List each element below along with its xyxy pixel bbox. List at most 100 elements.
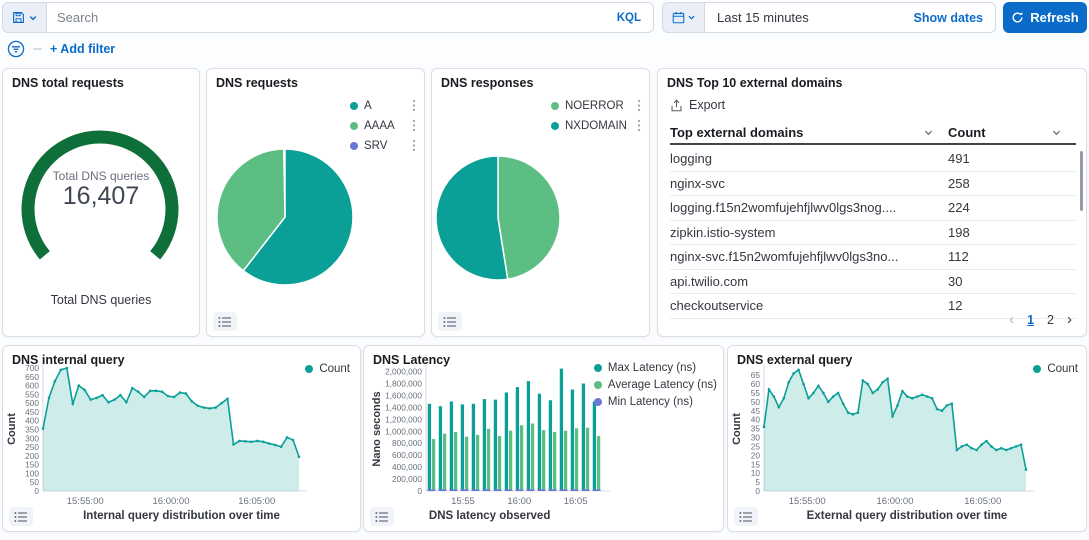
refresh-button[interactable]: Refresh bbox=[1003, 2, 1087, 33]
legend-label: SRV bbox=[364, 140, 387, 152]
legend-label: NXDOMAIN bbox=[565, 120, 627, 132]
sort-chevron-icon[interactable] bbox=[1051, 127, 1062, 138]
add-filter-button[interactable]: + Add filter bbox=[50, 42, 115, 56]
svg-text:500: 500 bbox=[25, 398, 39, 408]
svg-text:0: 0 bbox=[417, 486, 422, 496]
legend-item-srv[interactable]: SRV bbox=[350, 139, 416, 152]
pagination-page-2[interactable]: 2 bbox=[1047, 313, 1054, 327]
legend-toggle-button[interactable] bbox=[734, 507, 758, 526]
column-header-count[interactable]: Count bbox=[948, 121, 1076, 143]
x-axis-title: External query distribution over time bbox=[728, 510, 1086, 522]
table-scrollbar[interactable] bbox=[1080, 151, 1083, 211]
search-input[interactable] bbox=[47, 10, 605, 25]
legend-item-aaaa[interactable]: AAAA bbox=[350, 119, 416, 132]
cell-domain: logging.f15n2womfujehfjlwv0lgs3nog.... bbox=[670, 200, 948, 215]
pagination-prev-icon[interactable]: ‹ bbox=[1009, 312, 1014, 327]
export-label: Export bbox=[689, 98, 725, 112]
svg-text:55: 55 bbox=[751, 388, 761, 398]
show-dates-link[interactable]: Show dates bbox=[902, 11, 995, 25]
legend-item-min-latency[interactable]: Min Latency (ns) bbox=[594, 396, 717, 408]
legend-item-a[interactable]: A bbox=[350, 99, 416, 112]
panel-dns-responses: DNS responses NOERROR NXDOMAIN bbox=[431, 68, 650, 337]
pagination-next-icon[interactable]: › bbox=[1067, 312, 1072, 327]
filter-bar: + Add filter bbox=[7, 40, 115, 58]
legend-item-count[interactable]: Count bbox=[1033, 363, 1078, 375]
legend-toggle-button[interactable] bbox=[370, 507, 394, 526]
legend-label: A bbox=[364, 100, 372, 112]
cell-count: 258 bbox=[948, 176, 1076, 191]
kql-language-button[interactable]: KQL bbox=[605, 12, 653, 24]
panel-dns-internal-query: DNS internal query 050100150200250300350… bbox=[2, 345, 361, 532]
table-row[interactable]: logging491 bbox=[670, 147, 1076, 172]
cell-count: 112 bbox=[948, 249, 1076, 264]
svg-text:450: 450 bbox=[25, 407, 39, 417]
svg-text:16:00:00: 16:00:00 bbox=[153, 496, 190, 507]
panel-title: DNS Latency bbox=[373, 353, 450, 367]
legend-actions-icon[interactable] bbox=[412, 99, 416, 112]
table-row[interactable]: nginx-svc258 bbox=[670, 172, 1076, 197]
svg-text:25: 25 bbox=[751, 441, 761, 451]
svg-text:15:55:00: 15:55:00 bbox=[789, 496, 826, 507]
cell-count: 491 bbox=[948, 151, 1076, 166]
svg-text:15: 15 bbox=[751, 459, 761, 469]
svg-text:400,000: 400,000 bbox=[392, 462, 422, 472]
svg-text:1,600,000: 1,600,000 bbox=[385, 390, 422, 400]
svg-text:600,000: 600,000 bbox=[392, 450, 422, 460]
legend-label: NOERROR bbox=[565, 100, 624, 112]
table-row[interactable]: nginx-svc.f15n2womfujehfjlwv0lgs3no...11… bbox=[670, 245, 1076, 270]
panel-title: DNS responses bbox=[441, 76, 533, 90]
table-row[interactable]: api.twilio.com30 bbox=[670, 270, 1076, 295]
legend-item-nxdomain[interactable]: NXDOMAIN bbox=[551, 119, 641, 132]
gauge-center-label: Total DNS queries bbox=[3, 169, 199, 183]
legend-actions-icon[interactable] bbox=[637, 119, 641, 132]
legend-dot bbox=[594, 381, 602, 389]
legend-item-noerror[interactable]: NOERROR bbox=[551, 99, 641, 112]
svg-text:1,000,000: 1,000,000 bbox=[385, 426, 422, 436]
export-button[interactable]: Export bbox=[670, 98, 725, 112]
table-row[interactable]: zipkin.istio-system198 bbox=[670, 221, 1076, 246]
cell-domain: zipkin.istio-system bbox=[670, 225, 948, 240]
quick-time-menu-button[interactable] bbox=[663, 3, 705, 32]
legend-toggle-button[interactable] bbox=[213, 312, 237, 331]
legend-item-count[interactable]: Count bbox=[305, 363, 350, 375]
y-axis-title: Count bbox=[6, 384, 18, 474]
panel-title: DNS requests bbox=[216, 76, 298, 90]
pagination-page-1[interactable]: 1 bbox=[1027, 313, 1034, 327]
legend-toggle-button[interactable] bbox=[438, 312, 462, 331]
svg-text:50: 50 bbox=[30, 477, 40, 487]
filter-icon[interactable] bbox=[7, 40, 25, 58]
table-row[interactable]: logging.f15n2womfujehfjlwv0lgs3nog....22… bbox=[670, 196, 1076, 221]
legend-dot bbox=[350, 122, 358, 130]
svg-text:400: 400 bbox=[25, 416, 39, 426]
svg-text:1,400,000: 1,400,000 bbox=[385, 402, 422, 412]
dashboard-screen: KQL Last 15 minutes Show dates Refresh bbox=[0, 0, 1089, 540]
svg-text:0: 0 bbox=[755, 486, 760, 496]
date-picker: Last 15 minutes Show dates bbox=[662, 2, 996, 33]
svg-text:250: 250 bbox=[25, 442, 39, 452]
svg-text:20: 20 bbox=[751, 450, 761, 460]
chart-legend: Count bbox=[305, 363, 350, 375]
legend-dot bbox=[350, 142, 358, 150]
legend-dot bbox=[551, 102, 559, 110]
svg-text:0: 0 bbox=[34, 486, 39, 496]
legend-actions-icon[interactable] bbox=[412, 119, 416, 132]
svg-text:550: 550 bbox=[25, 389, 39, 399]
chevron-down-icon bbox=[28, 13, 38, 23]
sort-chevron-icon[interactable] bbox=[923, 127, 934, 138]
column-header-domains[interactable]: Top external domains bbox=[670, 121, 948, 143]
legend-item-max-latency[interactable]: Max Latency (ns) bbox=[594, 362, 717, 374]
legend-actions-icon[interactable] bbox=[412, 139, 416, 152]
legend-item-average-latency[interactable]: Average Latency (ns) bbox=[594, 379, 717, 391]
saved-query-menu-button[interactable] bbox=[3, 3, 47, 32]
panel-dns-total-requests: DNS total requests Total DNS queries 16,… bbox=[2, 68, 200, 337]
legend-toggle-button[interactable] bbox=[9, 507, 33, 526]
legend-actions-icon[interactable] bbox=[637, 99, 641, 112]
svg-text:16:05:00: 16:05:00 bbox=[238, 496, 275, 507]
filter-divider bbox=[33, 48, 42, 50]
cell-domain: nginx-svc bbox=[670, 176, 948, 191]
time-range-label[interactable]: Last 15 minutes bbox=[705, 10, 902, 25]
svg-text:10: 10 bbox=[751, 468, 761, 478]
cell-domain: logging bbox=[670, 151, 948, 166]
svg-text:150: 150 bbox=[25, 460, 39, 470]
legend-dot bbox=[305, 365, 313, 373]
